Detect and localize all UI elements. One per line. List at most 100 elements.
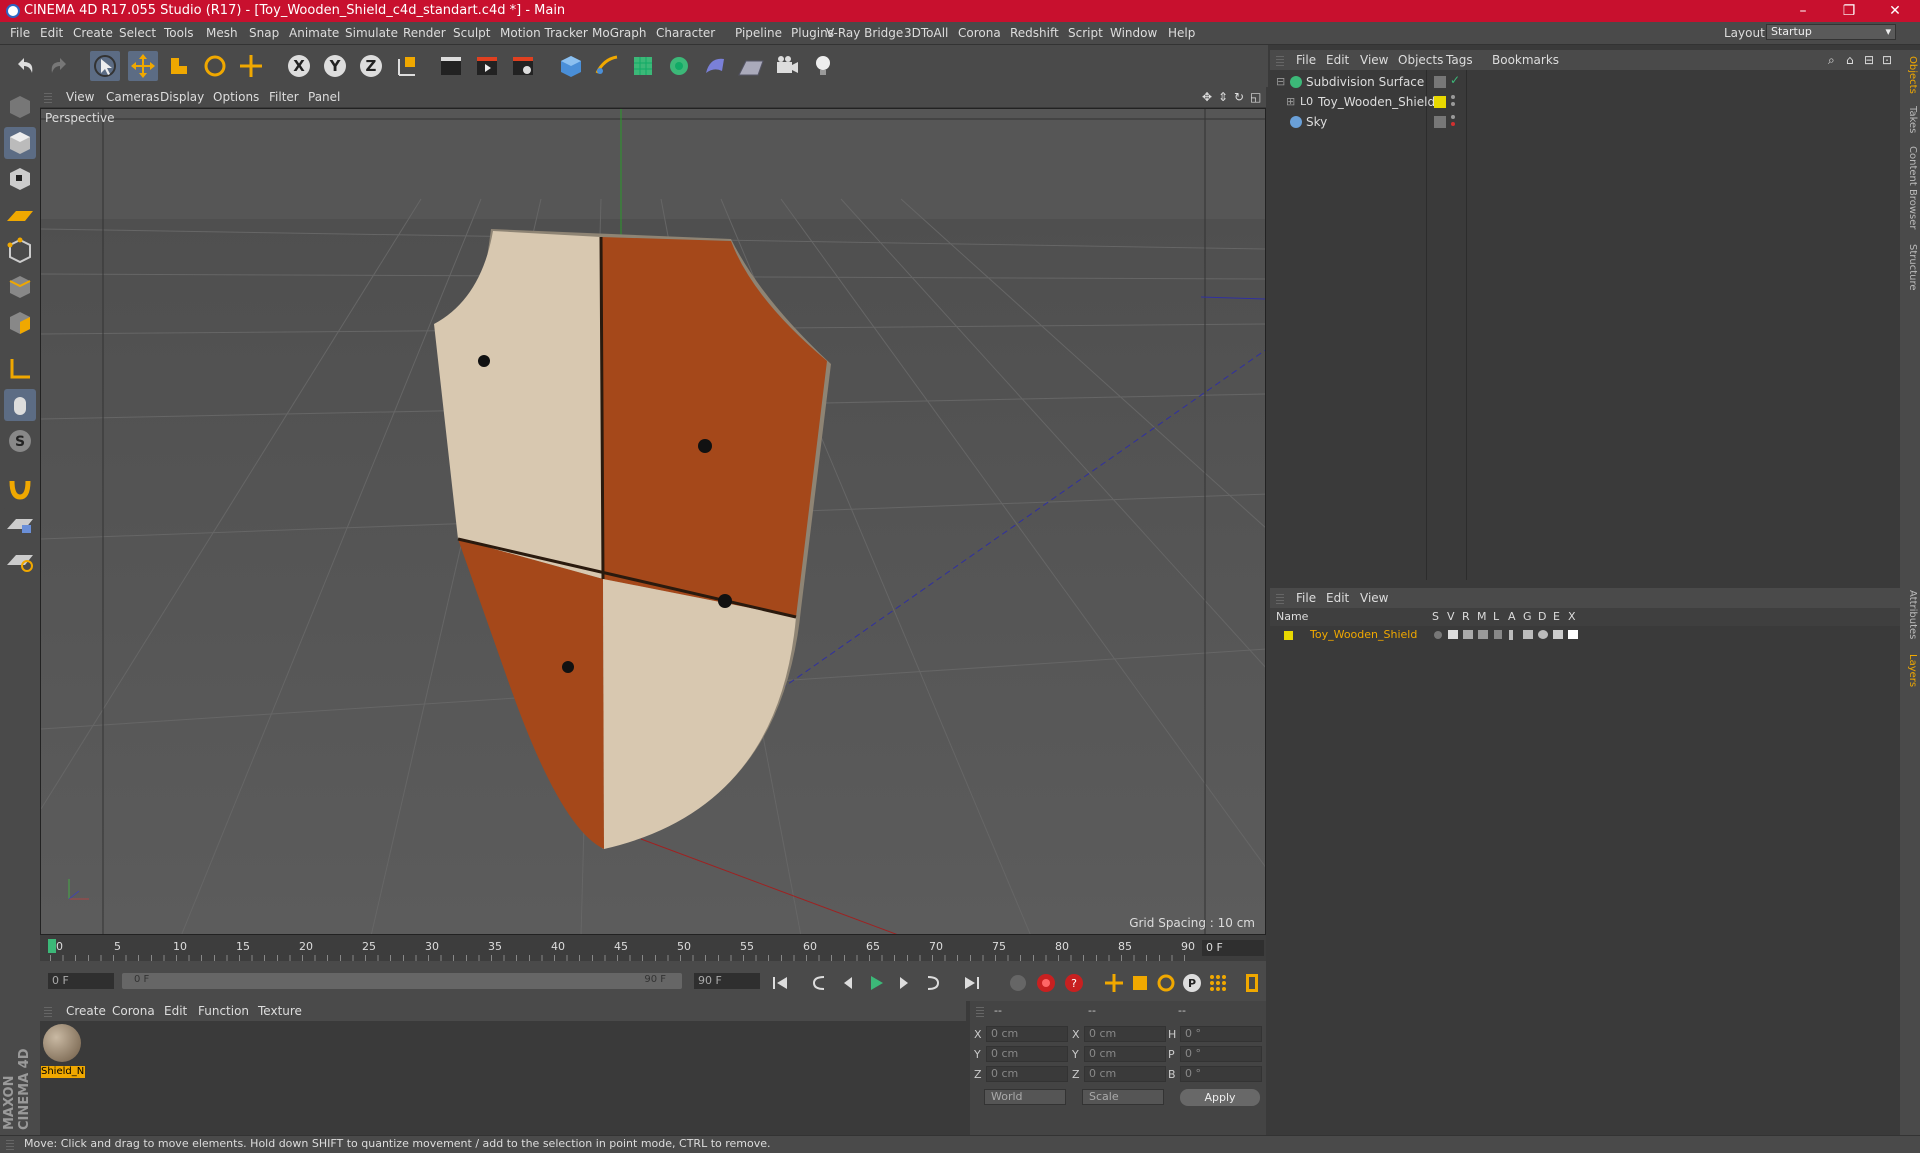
panel-grip-icon[interactable] xyxy=(976,1005,984,1017)
column-render[interactable]: R xyxy=(1462,610,1470,623)
spline-pen-button[interactable] xyxy=(592,51,622,81)
next-key-button[interactable] xyxy=(920,971,944,995)
timeline-ruler[interactable]: 0 5 10 15 20 25 30 35 40 45 50 55 60 65 … xyxy=(40,935,1266,961)
render-view-button[interactable] xyxy=(436,51,466,81)
move-tool-button[interactable] xyxy=(128,51,158,81)
cloner-button[interactable] xyxy=(664,51,694,81)
lock-icon[interactable] xyxy=(1494,630,1502,639)
undo-button[interactable] xyxy=(10,51,40,81)
subdivision-surface-button[interactable] xyxy=(628,51,658,81)
material-menu-texture[interactable]: Texture xyxy=(258,1004,302,1018)
cube-object-button[interactable] xyxy=(556,51,586,81)
locked-workplane-button[interactable] xyxy=(4,543,36,575)
render-settings-button[interactable] xyxy=(508,51,538,81)
timeline-window-button[interactable] xyxy=(1240,971,1264,995)
go-to-end-button[interactable] xyxy=(960,971,984,995)
material-swatch[interactable]: Shield_N xyxy=(40,1021,86,1081)
menu-corona[interactable]: Corona xyxy=(958,26,1001,40)
edges-mode-button[interactable] xyxy=(4,271,36,303)
polygons-mode-button[interactable] xyxy=(4,307,36,339)
size-z-field[interactable]: 0 cm xyxy=(1084,1066,1166,1082)
snap-button[interactable] xyxy=(4,471,36,503)
object-row-sky[interactable]: Sky xyxy=(1270,112,1900,132)
eye-icon[interactable] xyxy=(1448,630,1458,639)
enabled-check-icon[interactable]: ✓ xyxy=(1450,73,1460,87)
objects-menu-objects[interactable]: Objects xyxy=(1398,53,1443,67)
viewport-menu-filter[interactable]: Filter xyxy=(269,90,299,104)
y-axis-button[interactable]: Y xyxy=(320,51,350,81)
layer-color-icon[interactable] xyxy=(1284,631,1293,640)
menu-edit[interactable]: Edit xyxy=(40,26,63,40)
key-pla-button[interactable] xyxy=(1206,971,1230,995)
material-menu-create[interactable]: Create xyxy=(66,1004,106,1018)
viewport-menu-view[interactable]: View xyxy=(66,90,94,104)
end-frame-field[interactable]: 90 F xyxy=(694,973,760,989)
light-button[interactable] xyxy=(808,51,838,81)
viewport-zoom-icon[interactable]: ⇕ xyxy=(1218,90,1228,104)
menu-create[interactable]: Create xyxy=(73,26,113,40)
menu-3dtoall[interactable]: 3DToAll xyxy=(904,26,948,40)
menu-pipeline[interactable]: Pipeline xyxy=(735,26,782,40)
layers-menu-file[interactable]: File xyxy=(1296,591,1316,605)
axis-mode-button[interactable] xyxy=(4,353,36,385)
tab-attributes[interactable]: Attributes xyxy=(1902,590,1918,639)
menu-window[interactable]: Window xyxy=(1110,26,1157,40)
xref-icon[interactable] xyxy=(1568,630,1578,639)
deformer-icon[interactable] xyxy=(1538,630,1548,639)
home-icon[interactable]: ⌂ xyxy=(1846,53,1854,67)
objects-menu-file[interactable]: File xyxy=(1296,53,1316,67)
render-clapboard-icon[interactable] xyxy=(1463,630,1473,639)
coordinate-system-button[interactable] xyxy=(392,51,422,81)
layer-tag-icon[interactable] xyxy=(1434,116,1446,128)
size-y-field[interactable]: 0 cm xyxy=(1084,1046,1166,1062)
editor-visibility-dot-icon[interactable] xyxy=(1451,95,1455,99)
tab-objects[interactable]: Objects xyxy=(1902,56,1918,94)
viewport-move-icon[interactable]: ✥ xyxy=(1202,90,1212,104)
play-button[interactable] xyxy=(864,971,888,995)
menu-mesh[interactable]: Mesh xyxy=(206,26,238,40)
solo-dot-icon[interactable] xyxy=(1434,631,1442,639)
keyframe-selection-button[interactable]: ? xyxy=(1062,971,1086,995)
layers-menu-edit[interactable]: Edit xyxy=(1326,591,1349,605)
column-manager[interactable]: M xyxy=(1477,610,1487,623)
layer-color-icon[interactable] xyxy=(1434,96,1446,108)
position-x-field[interactable]: 0 cm xyxy=(986,1026,1068,1042)
objects-menu-tags[interactable]: Tags xyxy=(1446,53,1473,67)
tab-takes[interactable]: Takes xyxy=(1902,106,1918,133)
tweak-mode-button[interactable] xyxy=(4,389,36,421)
rotation-b-field[interactable]: 0 ° xyxy=(1180,1066,1262,1082)
objects-menu-edit[interactable]: Edit xyxy=(1326,53,1349,67)
render-visibility-dot-icon[interactable] xyxy=(1451,102,1455,106)
menu-redshift[interactable]: Redshift xyxy=(1010,26,1059,40)
render-visibility-dot-icon[interactable] xyxy=(1451,122,1455,126)
column-animation[interactable]: A xyxy=(1508,610,1516,623)
deformer-button[interactable] xyxy=(700,51,730,81)
size-mode-select[interactable]: Scale xyxy=(1082,1089,1164,1105)
column-generators[interactable]: G xyxy=(1523,610,1532,623)
autokey-button[interactable] xyxy=(1034,971,1058,995)
viewport-menu-panel[interactable]: Panel xyxy=(308,90,340,104)
next-frame-button[interactable] xyxy=(892,971,916,995)
menu-tools[interactable]: Tools xyxy=(164,26,194,40)
collapse-icon[interactable]: ⊟ xyxy=(1276,75,1285,88)
menu-snap[interactable]: Snap xyxy=(249,26,279,40)
objects-menu-bookmarks[interactable]: Bookmarks xyxy=(1492,53,1559,67)
layout-select[interactable]: Startup ▾ xyxy=(1766,24,1896,40)
panel-grip-icon[interactable] xyxy=(44,1005,52,1017)
material-menu-corona[interactable]: Corona xyxy=(112,1004,155,1018)
current-frame-field[interactable]: 0 F xyxy=(1202,940,1264,956)
menu-sculpt[interactable]: Sculpt xyxy=(453,26,490,40)
menu-vray-bridge[interactable]: V-Ray Bridge xyxy=(826,26,903,40)
redo-button[interactable] xyxy=(44,51,74,81)
menu-animate[interactable]: Animate xyxy=(289,26,339,40)
manager-icon[interactable] xyxy=(1478,630,1488,639)
render-to-picture-viewer-button[interactable] xyxy=(472,51,502,81)
expand-icon[interactable]: ⊞ xyxy=(1286,95,1295,108)
points-mode-button[interactable] xyxy=(4,235,36,267)
position-z-field[interactable]: 0 cm xyxy=(986,1066,1068,1082)
close-button[interactable]: ✕ xyxy=(1872,0,1918,22)
lock-icon[interactable]: ⊟ xyxy=(1864,53,1874,67)
workplane-button[interactable] xyxy=(4,199,36,231)
previous-frame-button[interactable] xyxy=(836,971,860,995)
solo-button[interactable]: S xyxy=(4,425,36,457)
